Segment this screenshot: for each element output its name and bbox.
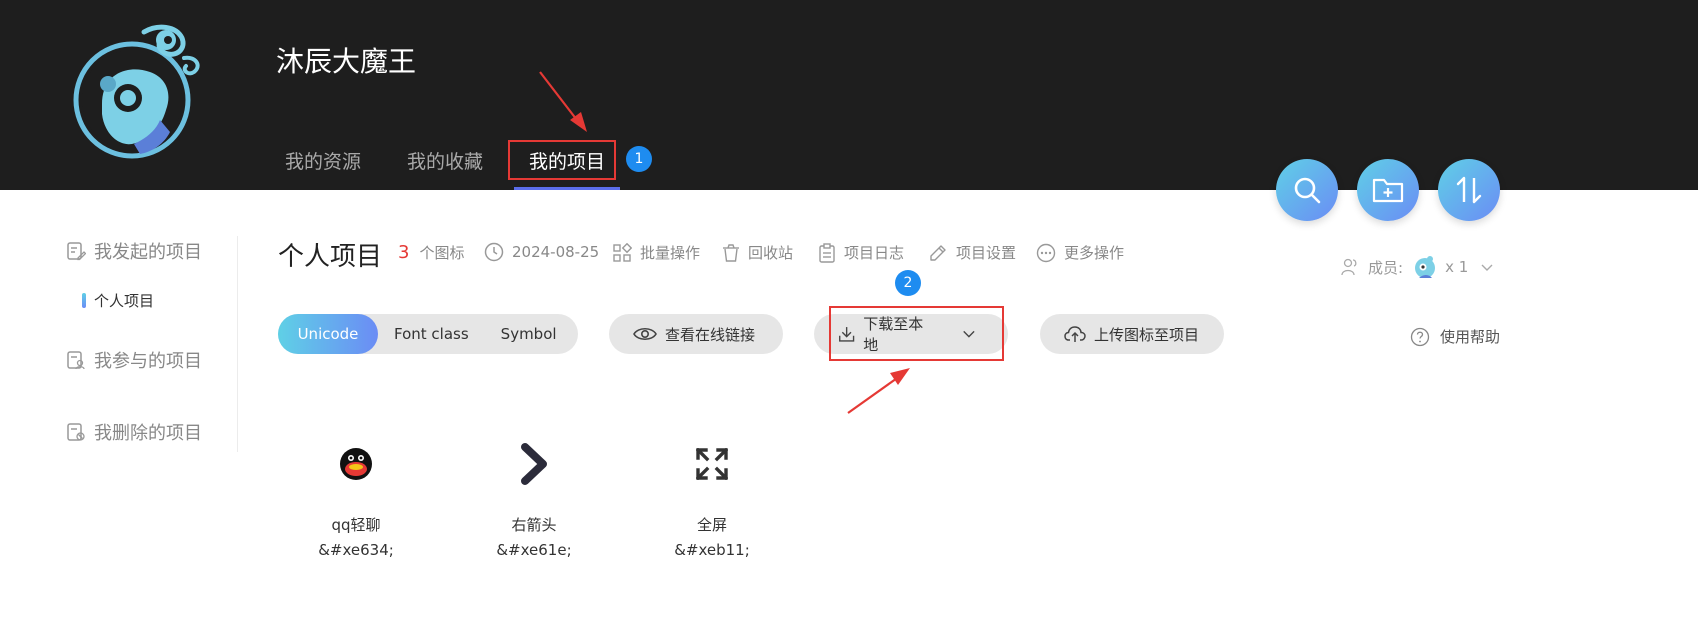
step-badge-1: 1	[626, 146, 652, 172]
more-label: 更多操作	[1064, 244, 1125, 262]
clipboard-icon	[819, 242, 835, 263]
sidebar-item-initiated-projects[interactable]: 我发起的项目	[66, 236, 237, 266]
tab-my-resources[interactable]: 我的资源	[270, 140, 376, 190]
chevron-down-icon	[1481, 264, 1493, 271]
members-count: x 1	[1445, 258, 1469, 276]
help-label: 使用帮助	[1440, 328, 1501, 346]
download-icon	[839, 327, 855, 342]
tab-my-favorites[interactable]: 我的收藏	[392, 140, 498, 190]
project-settings-button[interactable]: 项目设置	[928, 242, 1016, 263]
more-icon	[1036, 243, 1056, 262]
sidebar-item-label: 我删除的项目	[94, 423, 202, 444]
new-folder-button[interactable]	[1357, 159, 1419, 221]
sort-button[interactable]	[1438, 159, 1500, 221]
icon-card-qq[interactable]: qq轻聊 &#xe634;	[291, 434, 421, 559]
sidebar-item-label: 个人项目	[94, 292, 155, 310]
icon-count-unit: 个图标	[419, 244, 465, 262]
sort-icon	[1456, 176, 1482, 204]
chevron-down-icon	[963, 330, 975, 338]
settings-label: 项目设置	[956, 244, 1017, 262]
recycle-label: 回收站	[748, 244, 794, 262]
project-sidebar: 我发起的项目 个人项目 我参与的项目 我删除的项目	[66, 236, 238, 452]
fullscreen-icon	[647, 434, 777, 494]
view-online-label: 查看在线链接	[665, 325, 756, 344]
edit-doc-icon	[67, 242, 86, 261]
annotation-arrow-2	[847, 368, 910, 414]
icon-card-right-arrow[interactable]: 右箭头 &#xe61e;	[469, 434, 599, 559]
cloud-upload-icon	[1064, 326, 1086, 342]
main-tabs: 我的资源 我的收藏 我的项目	[270, 140, 636, 190]
folder-add-icon	[1372, 178, 1404, 203]
icon-name: qq轻聊	[331, 516, 381, 534]
tab-font-class[interactable]: Font class	[378, 314, 485, 354]
search-button[interactable]	[1276, 159, 1338, 221]
tab-unicode[interactable]: Unicode	[278, 314, 378, 354]
user-name: 沐辰大魔王	[276, 45, 417, 78]
icon-code: &#xe634;	[318, 541, 394, 559]
members-label: 成员:	[1368, 258, 1404, 277]
tab-my-projects[interactable]: 我的项目	[514, 140, 621, 190]
users-icon	[1341, 258, 1357, 276]
project-date: 2024-08-25	[484, 242, 599, 262]
upload-icon-button[interactable]: 上传图标至项目	[1040, 314, 1224, 354]
trash-icon	[723, 243, 739, 262]
batch-operation-button[interactable]: 批量操作	[612, 242, 700, 263]
icon-card-fullscreen[interactable]: 全屏 &#xeb11;	[647, 434, 777, 559]
sidebar-item-label: 我参与的项目	[94, 351, 202, 372]
pencil-icon	[930, 244, 946, 261]
sidebar-item-label: 我发起的项目	[94, 242, 202, 263]
grid-icon	[613, 242, 632, 262]
question-icon	[1410, 327, 1430, 346]
right-arrow-icon	[469, 434, 599, 494]
icon-code: &#xe61e;	[496, 541, 572, 559]
batch-label: 批量操作	[640, 244, 701, 262]
help-link[interactable]: 使用帮助	[1410, 326, 1500, 347]
project-log-button[interactable]: 项目日志	[818, 242, 904, 263]
icon-name: 全屏	[696, 516, 727, 534]
icon-name: 右箭头	[511, 516, 557, 534]
deleted-doc-icon	[67, 423, 85, 441]
members-dropdown[interactable]: 成员: x 1	[1340, 254, 1494, 280]
icon-code: &#xeb11;	[674, 541, 750, 559]
qq-icon	[291, 434, 421, 494]
icon-count-number: 3	[398, 242, 410, 263]
search-icon	[1294, 177, 1321, 204]
sidebar-item-personal-project[interactable]: 个人项目	[82, 290, 237, 311]
header-bar: 沐辰大魔王 我的资源 我的收藏 我的项目	[0, 0, 1698, 190]
clock-icon	[484, 242, 504, 262]
user-doc-icon	[67, 351, 85, 370]
tab-symbol[interactable]: Symbol	[485, 314, 573, 354]
active-indicator	[82, 293, 86, 308]
code-type-switcher: Unicode Font class Symbol	[278, 314, 578, 354]
sidebar-item-deleted-projects[interactable]: 我删除的项目	[66, 417, 237, 447]
sidebar-item-joined-projects[interactable]: 我参与的项目	[66, 345, 237, 375]
date-text: 2024-08-25	[512, 243, 600, 261]
download-label: 下载至本地	[863, 315, 924, 354]
log-label: 项目日志	[844, 244, 905, 262]
member-avatar	[1415, 256, 1436, 278]
more-actions-button[interactable]: 更多操作	[1036, 242, 1124, 263]
view-online-link-button[interactable]: 查看在线链接	[609, 314, 783, 354]
icon-count: 3 个图标	[398, 242, 464, 263]
download-local-button[interactable]: 下载至本地	[814, 314, 1008, 354]
user-avatar[interactable]	[72, 14, 204, 160]
upload-label: 上传图标至项目	[1094, 325, 1200, 344]
recycle-bin-button[interactable]: 回收站	[722, 242, 793, 263]
step-badge-2: 2	[895, 270, 921, 296]
eye-icon	[633, 327, 657, 341]
project-title: 个人项目	[278, 242, 383, 272]
